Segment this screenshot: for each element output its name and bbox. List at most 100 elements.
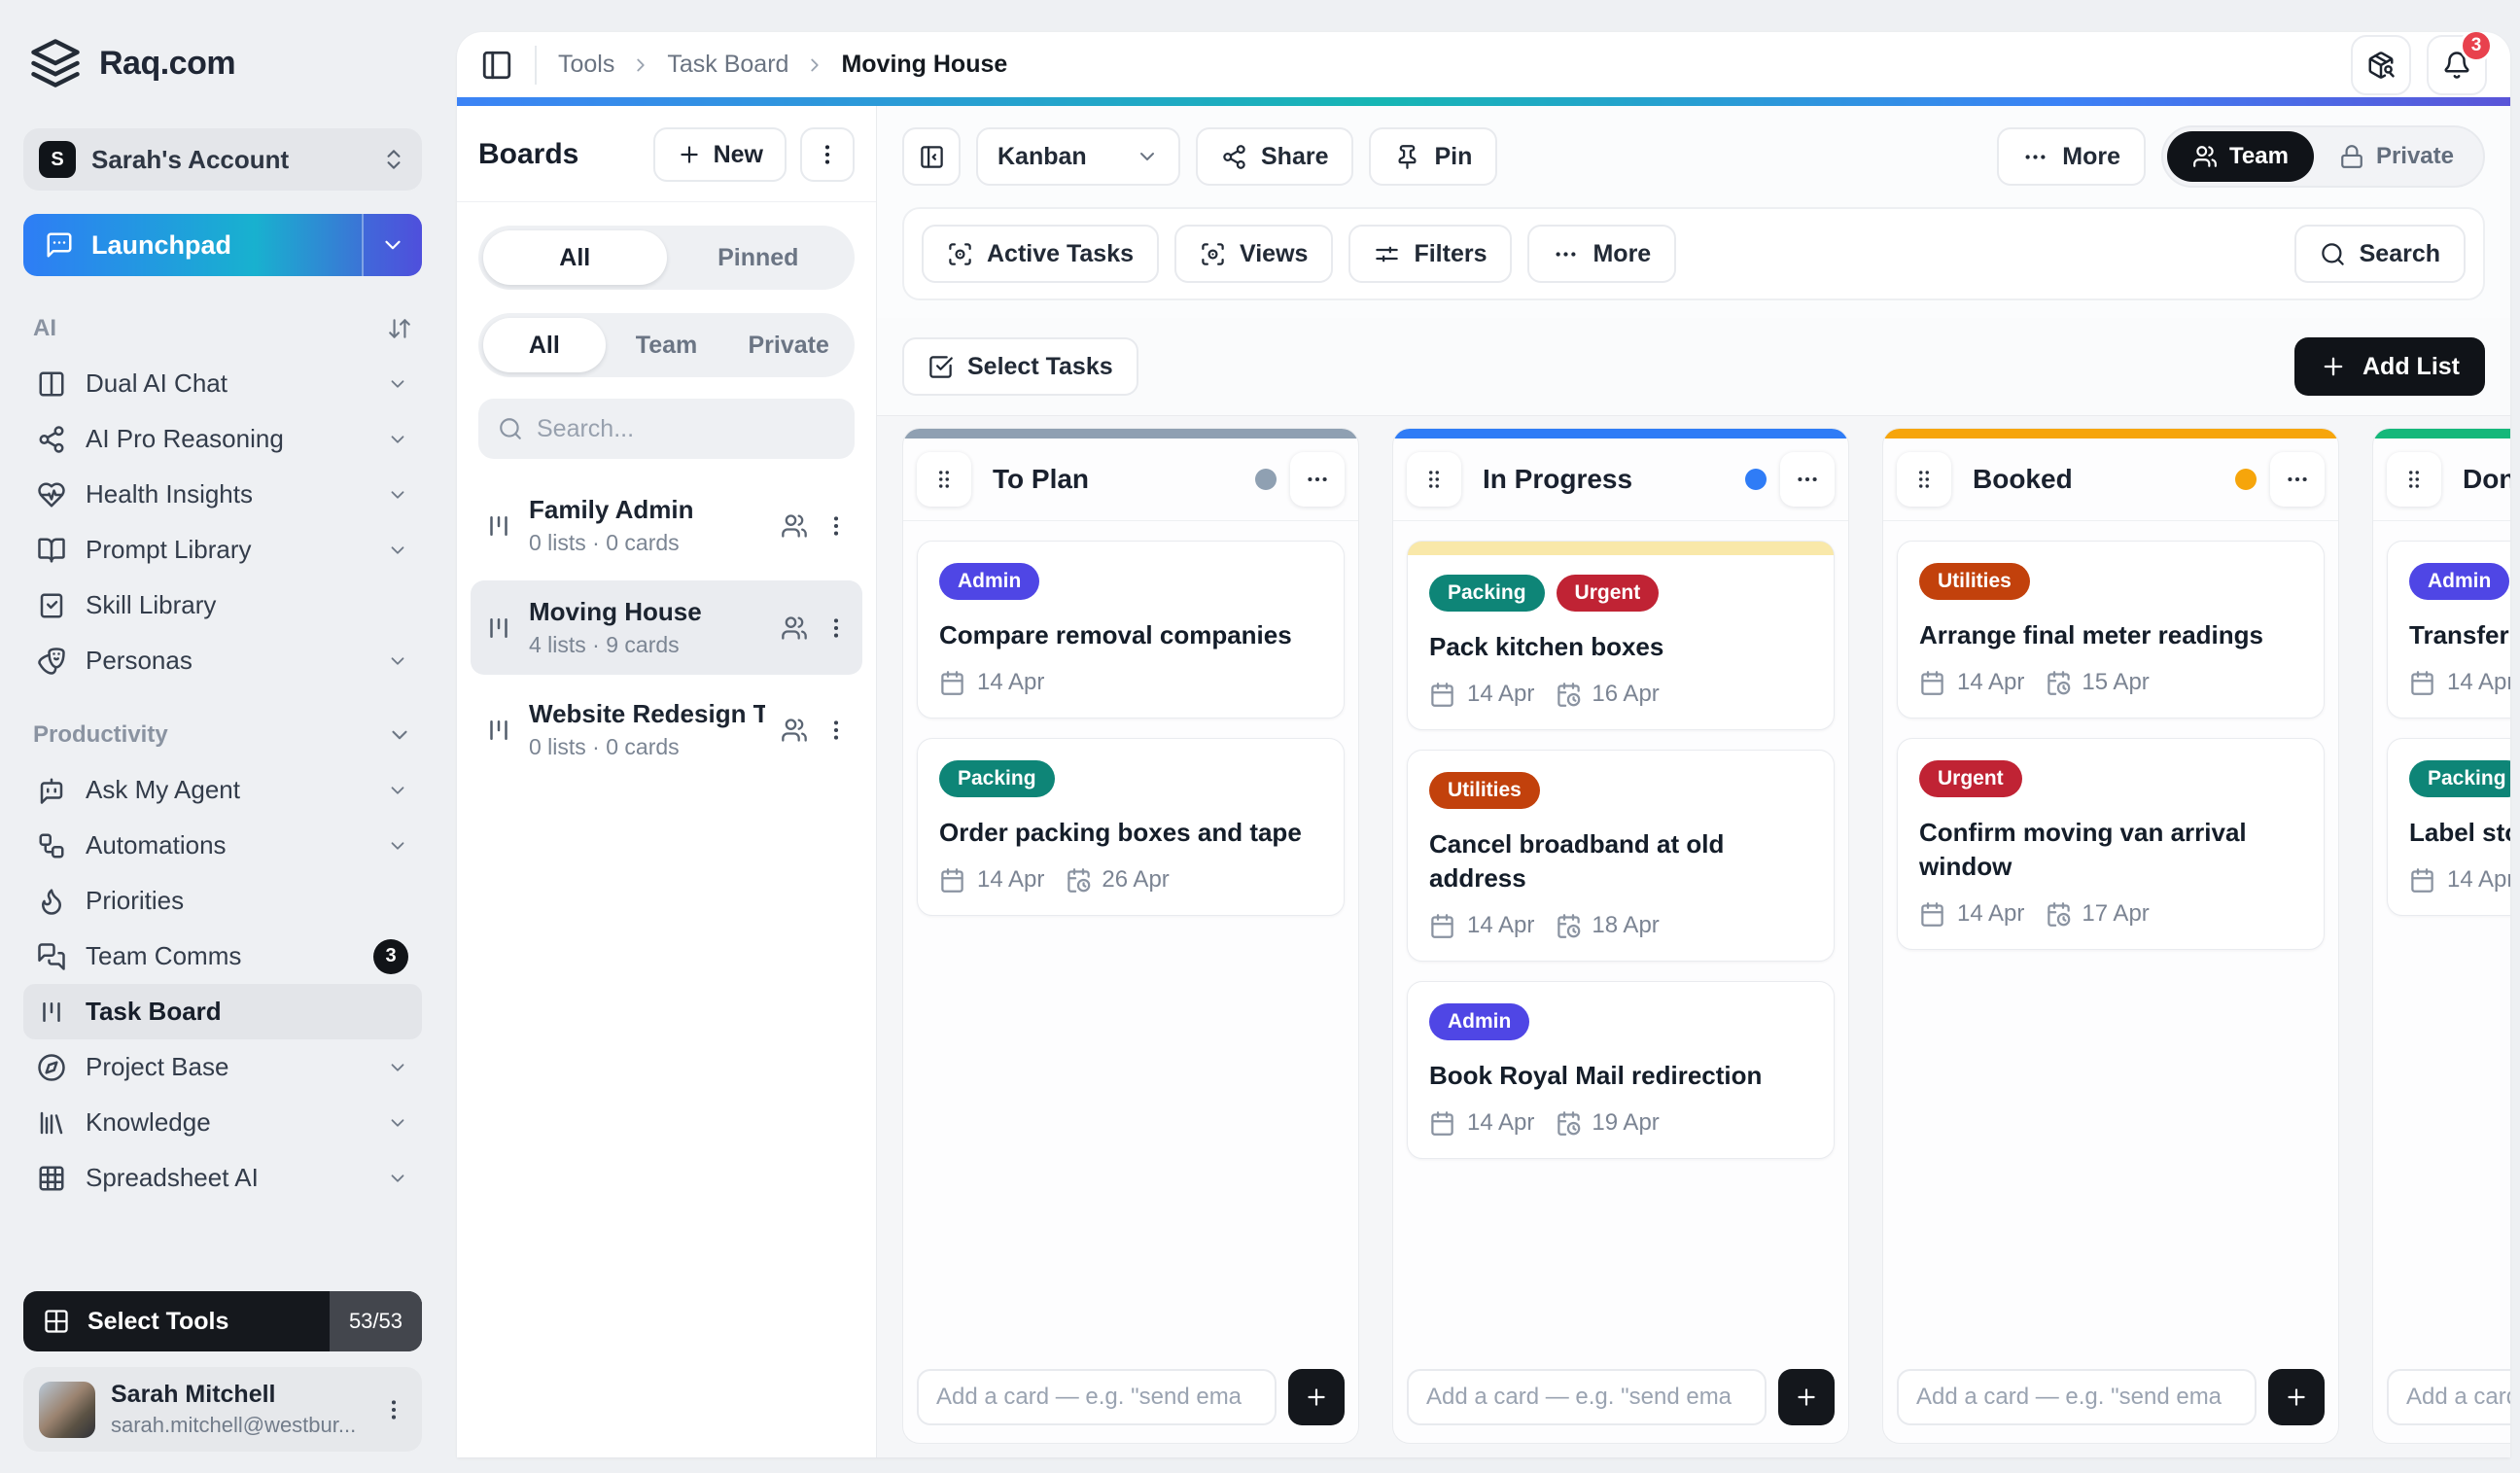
collapse-panel-button[interactable] <box>902 127 961 186</box>
board-item-website-redesign-ta[interactable]: Website Redesign Ta... 0 lists · 0 cards <box>471 683 862 777</box>
column-drag-handle[interactable] <box>917 452 971 507</box>
card-meta: 14 Apr 17 Apr <box>1919 900 2302 928</box>
select-tasks-label: Select Tasks <box>967 352 1113 380</box>
toggle-label: Team <box>2229 143 2289 169</box>
card-order-packing-boxes-and-tape[interactable]: Packing Order packing boxes and tape 14 … <box>917 738 1345 917</box>
sidebar-item-label: Knowledge <box>86 1107 211 1137</box>
launchpad-button[interactable]: Launchpad <box>23 214 422 276</box>
board-meta: 0 lists · 0 cards <box>529 734 680 759</box>
card-confirm-moving-van-arrival-window[interactable]: Urgent Confirm moving van arrival window… <box>1897 738 2325 951</box>
kebab-menu-icon[interactable] <box>381 1397 406 1422</box>
account-switcher[interactable]: S Sarah's Account <box>23 128 422 191</box>
column-drag-handle[interactable] <box>1407 452 1461 507</box>
notification-count-badge: 3 <box>2460 32 2493 62</box>
card-meta: 14 Apr 18 Apr <box>1429 912 1812 939</box>
brand-name: Raq.com <box>99 44 236 82</box>
kebab-menu-icon[interactable] <box>823 513 849 539</box>
package-search-button[interactable] <box>2351 34 2411 95</box>
card-transfer-c[interactable]: Admin Transfer c 14 Apr <box>2387 541 2510 719</box>
breadcrumb-task-board[interactable]: Task Board <box>667 51 788 79</box>
chevron-down-icon <box>387 780 408 801</box>
sidebar-item-project-base[interactable]: Project Base <box>23 1039 422 1095</box>
plus-icon <box>2320 353 2347 380</box>
chevron-down-icon <box>387 835 408 857</box>
add-card-button[interactable] <box>2268 1369 2325 1425</box>
card-cancel-broadband-at-old-address[interactable]: Utilities Cancel broadband at old addres… <box>1407 750 1835 963</box>
sidebar-item-health-insights[interactable]: Health Insights <box>23 467 422 522</box>
column-drag-handle[interactable] <box>2387 452 2441 507</box>
card-label-stor[interactable]: Packing Label stor 14 Apr <box>2387 738 2510 917</box>
card-compare-removal-companies[interactable]: Admin Compare removal companies 14 Apr <box>917 541 1345 719</box>
more-button[interactable]: More <box>1997 127 2147 186</box>
add-card-button[interactable] <box>1288 1369 1345 1425</box>
column-status-dot <box>1255 469 1277 490</box>
select-tools-button[interactable]: Select Tools 53/53 <box>23 1291 422 1351</box>
share-button[interactable]: Share <box>1196 127 1354 186</box>
tab-private[interactable]: Private <box>727 318 850 372</box>
sidebar-item-personas[interactable]: Personas <box>23 633 422 688</box>
toggle-team[interactable]: Team <box>2167 131 2314 182</box>
kebab-menu-icon[interactable] <box>823 718 849 743</box>
chevron-down-icon[interactable] <box>387 722 412 748</box>
add-card-input[interactable] <box>2387 1369 2510 1425</box>
select-tasks-button[interactable]: Select Tasks <box>902 337 1138 396</box>
card-arrange-final-meter-readings[interactable]: Utilities Arrange final meter readings 1… <box>1897 541 2325 719</box>
badge-packing: Packing <box>1429 575 1545 612</box>
sidebar-item-spreadsheet-ai[interactable]: Spreadsheet AI <box>23 1150 422 1206</box>
user-profile[interactable]: Sarah Mitchell sarah.mitchell@westbur... <box>23 1367 422 1452</box>
search-button[interactable]: Search <box>2293 225 2466 283</box>
sidebar-item-task-board[interactable]: Task Board <box>23 984 422 1039</box>
column-menu-button[interactable] <box>1290 452 1345 507</box>
new-board-button[interactable]: New <box>652 127 787 182</box>
pin-button[interactable]: Pin <box>1369 127 1498 186</box>
add-card-button[interactable] <box>1778 1369 1835 1425</box>
sidebar-item-ask-my-agent[interactable]: Ask My Agent <box>23 762 422 818</box>
tab-team[interactable]: Team <box>606 318 728 372</box>
sidebar-item-prompt-library[interactable]: Prompt Library <box>23 522 422 578</box>
sidebar-item-priorities[interactable]: Priorities <box>23 873 422 929</box>
filters-button[interactable]: Filters <box>1348 225 1513 283</box>
card-pack-kitchen-boxes[interactable]: Packing Urgent Pack kitchen boxes 14 Apr … <box>1407 541 1835 731</box>
breadcrumb-tools[interactable]: Tools <box>558 51 614 79</box>
sidebar-toggle-icon[interactable] <box>480 49 513 82</box>
add-card-input[interactable] <box>917 1369 1277 1425</box>
due-date-group: 26 Apr <box>1066 866 1170 894</box>
boards-menu-button[interactable] <box>800 127 855 182</box>
launchpad-expand-button[interactable] <box>364 214 422 276</box>
sidebar-item-dual-ai-chat[interactable]: Dual AI Chat <box>23 356 422 411</box>
column-menu-button[interactable] <box>1780 452 1835 507</box>
column-color-bar <box>1393 429 1848 438</box>
tab-all[interactable]: All <box>483 230 667 285</box>
boards-search-input[interactable] <box>537 414 835 443</box>
column-drag-handle[interactable] <box>1897 452 1951 507</box>
kebab-menu-icon[interactable] <box>823 615 849 641</box>
badge-admin: Admin <box>1429 1003 1530 1041</box>
sidebar-item-skill-library[interactable]: Skill Library <box>23 578 422 633</box>
add-list-button[interactable]: Add List <box>2294 337 2485 396</box>
filters-more-button[interactable]: More <box>1527 225 1677 283</box>
board-item-family-admin[interactable]: Family Admin 0 lists · 0 cards <box>471 478 862 573</box>
ellipsis-icon <box>2285 467 2310 492</box>
sort-icon[interactable] <box>387 316 412 341</box>
sidebar-item-knowledge[interactable]: Knowledge <box>23 1095 422 1150</box>
column-header: In Progress <box>1393 438 1848 520</box>
board-item-moving-house[interactable]: Moving House 4 lists · 9 cards <box>471 580 862 675</box>
card-book-royal-mail-redirection[interactable]: Admin Book Royal Mail redirection 14 Apr… <box>1407 981 1835 1160</box>
active-tasks-button[interactable]: Active Tasks <box>922 225 1160 283</box>
add-card-input[interactable] <box>1897 1369 2257 1425</box>
view-select[interactable]: Kanban <box>976 127 1180 186</box>
notifications-button[interactable]: 3 <box>2427 32 2493 95</box>
add-card-input[interactable] <box>1407 1369 1767 1425</box>
sidebar-item-automations[interactable]: Automations <box>23 818 422 873</box>
views-button[interactable]: Views <box>1174 225 1334 283</box>
board-toolbar-right: More Team Private <box>1997 125 2485 188</box>
start-date: 14 Apr <box>977 669 1045 696</box>
toggle-private[interactable]: Private <box>2314 131 2479 182</box>
tab-all[interactable]: All <box>483 318 606 372</box>
tab-pinned[interactable]: Pinned <box>667 230 851 285</box>
column-menu-button[interactable] <box>2270 452 2325 507</box>
sidebar-item-ai-pro-reasoning[interactable]: AI Pro Reasoning <box>23 411 422 467</box>
sidebar-item-team-comms[interactable]: Team Comms 3 <box>23 929 422 984</box>
start-date: 14 Apr <box>1957 900 2025 928</box>
chevron-down-icon <box>380 232 405 258</box>
